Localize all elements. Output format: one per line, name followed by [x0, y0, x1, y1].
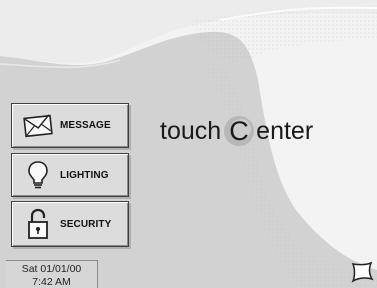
padlock-icon — [21, 207, 55, 241]
message-button[interactable]: MESSAGE — [11, 103, 129, 148]
touchcenter-screen: MESSAGE LIGHTING SECURITY touch C enter … — [0, 0, 377, 288]
star-outline-button[interactable] — [349, 261, 375, 287]
star-outline-icon — [350, 260, 374, 288]
logo-c-letter: C — [229, 116, 249, 146]
time-text: 7:42 AM — [32, 276, 71, 288]
touchcenter-logo: touch C enter — [160, 111, 313, 151]
date-time-display: Sat 01/01/00 7:42 AM — [6, 260, 98, 288]
logo-text-suffix: enter — [256, 116, 314, 145]
lighting-button-label: LIGHTING — [60, 169, 109, 181]
lightbulb-icon — [21, 158, 55, 192]
envelope-icon — [21, 109, 55, 143]
message-button-label: MESSAGE — [60, 120, 111, 131]
security-button[interactable]: SECURITY — [11, 201, 129, 247]
logo-c-mark: C — [222, 114, 256, 148]
security-button-label: SECURITY — [60, 218, 112, 230]
logo-text-prefix: touch — [160, 116, 222, 145]
date-text: Sat 01/01/00 — [21, 263, 82, 275]
lighting-button[interactable]: LIGHTING — [11, 153, 129, 197]
